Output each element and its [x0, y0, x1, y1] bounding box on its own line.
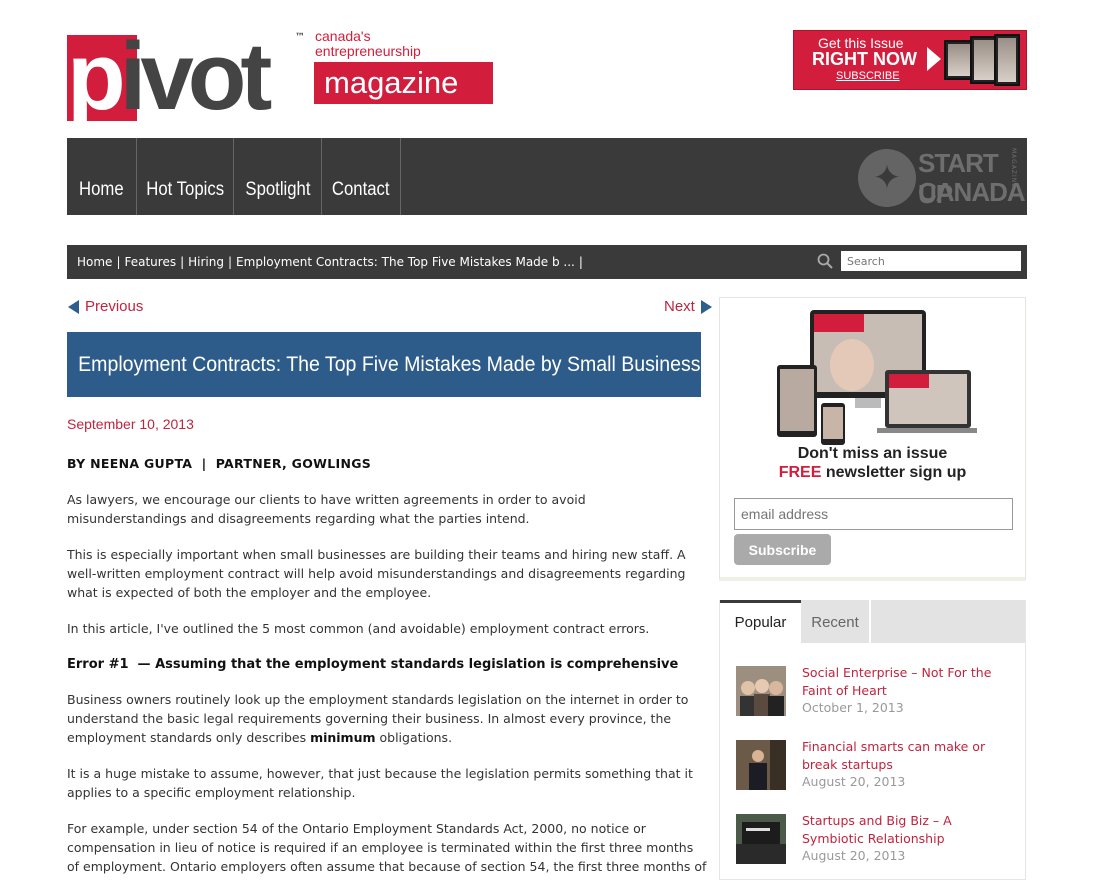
- breadcrumb-features[interactable]: Features: [124, 255, 176, 269]
- tab-bar: Popular Recent: [720, 600, 1025, 643]
- maple-leaf-icon: ✦: [858, 149, 916, 207]
- paragraph: In this article, I've outlined the 5 mos…: [67, 621, 650, 636]
- article-body: As lawyers, we encourage our clients to …: [67, 490, 707, 880]
- nav-item-hot-topics[interactable]: Hot Topics: [137, 138, 234, 215]
- breadcrumb-home[interactable]: Home: [77, 255, 112, 269]
- nav-item-contact[interactable]: Contact: [322, 138, 401, 215]
- newsletter-heading: Don't miss an issue: [797, 445, 948, 462]
- arrow-left-icon: [68, 299, 79, 314]
- logo-tagline: canada's entrepreneurship: [315, 28, 421, 59]
- arrow-right-icon: [927, 47, 941, 71]
- section-heading: Error #1 — Assuming that the employment …: [67, 657, 679, 672]
- subscribe-button[interactable]: Subscribe: [734, 534, 831, 565]
- search-icon[interactable]: [817, 253, 833, 269]
- next-article-link[interactable]: Next: [664, 298, 712, 315]
- tab-popular[interactable]: Popular: [720, 600, 801, 643]
- logo-magazine: magazine: [314, 62, 493, 104]
- post-date: October 1, 2013: [802, 700, 904, 715]
- post-title[interactable]: Startups and Big Biz – A Symbiotic Relat…: [802, 812, 1017, 848]
- paragraph: This is especially important when small …: [67, 547, 686, 600]
- logo-wordmark: pivot: [67, 23, 272, 130]
- article-byline: BY NEENA GUPTA | PARTNER, GOWLINGS: [67, 456, 372, 471]
- list-item[interactable]: Social Enterprise – Not For the Faint of…: [736, 664, 1026, 720]
- post-thumbnail: [736, 814, 786, 864]
- paragraph: It is a huge mistake to assume, however,…: [67, 766, 693, 800]
- paragraph: For example, under section 54 of the Ont…: [67, 821, 707, 880]
- post-title[interactable]: Financial smarts can make or break start…: [802, 738, 1017, 774]
- post-thumbnail: [736, 740, 786, 790]
- newsletter-widget: Don't miss an issue FREE newsletter sign…: [719, 297, 1026, 581]
- article-date: September 10, 2013: [67, 416, 194, 432]
- paragraph: As lawyers, we encourage our clients to …: [67, 492, 586, 526]
- tab-recent[interactable]: Recent: [801, 600, 871, 643]
- newsletter-subheading: FREE newsletter sign up: [778, 464, 967, 481]
- list-item[interactable]: Startups and Big Biz – A Symbiotic Relat…: [736, 812, 1026, 868]
- nav-item-spotlight[interactable]: Spotlight: [234, 138, 322, 215]
- post-date: August 20, 2013: [802, 774, 906, 789]
- article-title: Employment Contracts: The Top Five Mista…: [78, 353, 722, 376]
- email-field[interactable]: [734, 498, 1013, 530]
- magazine-devices-image: [777, 310, 977, 445]
- logo-trademark: ™: [295, 32, 305, 43]
- ad-line2: RIGHT NOW: [812, 49, 917, 69]
- article-title-box: Employment Contracts: The Top Five Mista…: [67, 332, 722, 397]
- subscribe-ad-banner[interactable]: Get this Issue RIGHT NOW SUBSCRIBE: [793, 30, 1027, 90]
- arrow-right-icon: [700, 299, 712, 314]
- breadcrumb-current: Employment Contracts: The Top Five Mista…: [236, 255, 575, 269]
- list-item[interactable]: Financial smarts can make or break start…: [736, 738, 1026, 794]
- magazine-devices-image: [944, 34, 1024, 88]
- ad-subscribe-link[interactable]: SUBSCRIBE: [836, 70, 900, 82]
- post-date: August 20, 2013: [802, 848, 906, 863]
- startup-canada-logo[interactable]: ✦ START UP CANADA MAGAZINE: [858, 144, 1026, 209]
- posts-tabs-widget: Popular Recent Social Enterprise – Not F…: [719, 600, 1026, 880]
- breadcrumb-hiring[interactable]: Hiring: [188, 255, 224, 269]
- paragraph: Business owners routinely look up the em…: [67, 692, 689, 745]
- previous-article-link[interactable]: Previous: [68, 298, 143, 315]
- site-logo[interactable]: pivot ™ canada's entrepreneurship magazi…: [67, 23, 497, 130]
- search-input[interactable]: [841, 251, 1021, 271]
- nav-item-home[interactable]: Home: [67, 138, 137, 215]
- post-thumbnail: [736, 666, 786, 716]
- post-title[interactable]: Social Enterprise – Not For the Faint of…: [802, 664, 1017, 700]
